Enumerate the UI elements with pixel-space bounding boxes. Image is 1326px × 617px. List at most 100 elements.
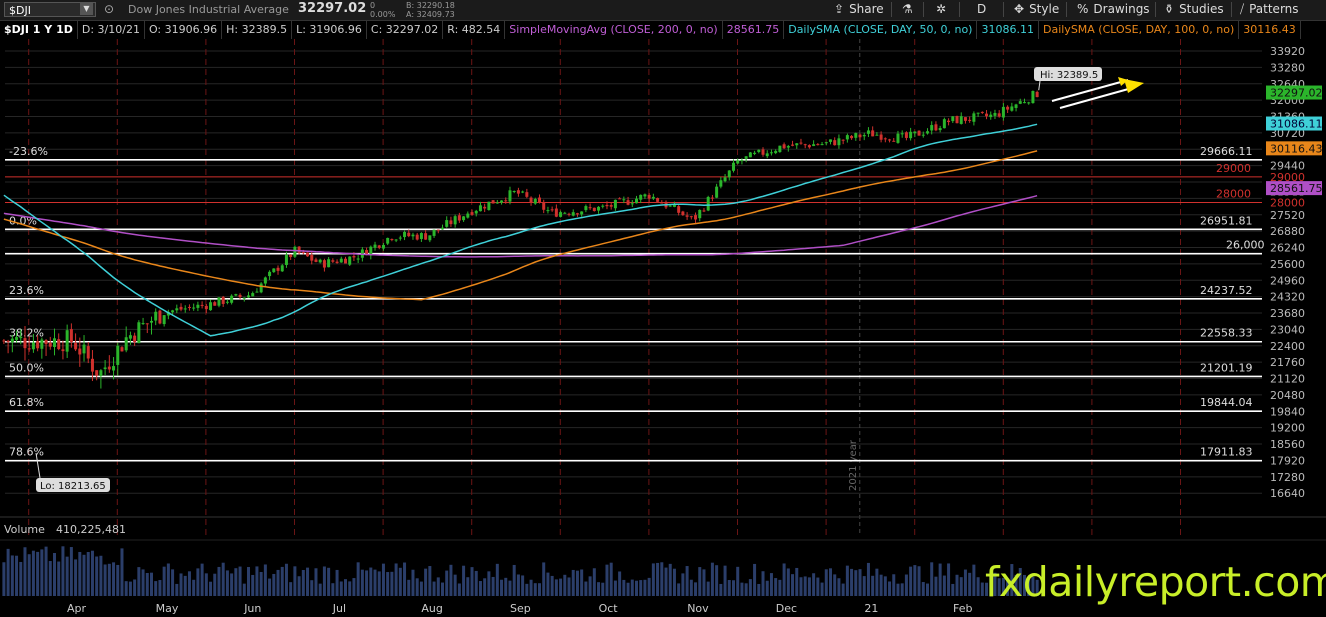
- volume-bar: [297, 576, 301, 596]
- candle-body: [179, 306, 183, 310]
- timeframe-button[interactable]: D: [973, 1, 990, 18]
- volume-bar: [845, 565, 849, 596]
- candle-body: [883, 138, 887, 140]
- sma200-value: 28561.75: [722, 21, 785, 39]
- volume-bar: [116, 564, 120, 596]
- volume-bar: [65, 556, 69, 596]
- volume-bar: [373, 569, 377, 596]
- candle-body: [322, 260, 326, 268]
- candle-body: [622, 199, 626, 201]
- divider: [1003, 2, 1004, 17]
- drawings-button[interactable]: % Drawings: [1073, 1, 1154, 18]
- chevron-down-icon[interactable]: ▼: [80, 3, 93, 15]
- candle-body: [841, 139, 845, 141]
- volume-bar: [955, 574, 959, 596]
- candle-body: [850, 135, 854, 139]
- candle-body: [310, 255, 314, 261]
- volume-bar: [217, 566, 221, 596]
- volume-bar: [158, 580, 162, 596]
- sma50-label[interactable]: DailySMA (CLOSE, DAY, 50, 0, no): [784, 21, 978, 39]
- volume-bar: [622, 579, 626, 596]
- style-button[interactable]: ✥ Style: [1010, 1, 1063, 18]
- volume-bar: [221, 562, 225, 596]
- price-pane: [0, 39, 1326, 536]
- volume-bar: [634, 580, 638, 596]
- price-chart[interactable]: 3392033280326403200031360307203008029440…: [0, 21, 1326, 617]
- candle-body: [487, 201, 491, 210]
- volume-bar: [78, 551, 82, 596]
- style-icon: ✥: [1014, 2, 1025, 16]
- candle-body: [858, 134, 862, 138]
- fib-percent-label: 78.6%: [9, 446, 44, 459]
- candle-body: [753, 152, 757, 154]
- bar-range: R: 482.54: [443, 21, 506, 39]
- volume-bar: [386, 572, 390, 596]
- candle-body: [626, 200, 630, 205]
- candle-body: [251, 293, 255, 297]
- volume-bar: [567, 577, 571, 596]
- volume-bar: [6, 548, 10, 596]
- candle-body: [993, 112, 997, 116]
- candle-body: [782, 144, 786, 149]
- candle-body: [61, 349, 65, 352]
- candle-body: [491, 200, 495, 204]
- share-button[interactable]: ⇪ Share: [830, 1, 888, 18]
- change-percent: 0.00%: [370, 10, 396, 19]
- candle-body: [2, 340, 6, 342]
- candle-body: [204, 305, 208, 310]
- sma200-label[interactable]: SimpleMovingAvg (CLOSE, 200, 0, no): [505, 21, 723, 39]
- volume-bar: [769, 573, 773, 596]
- patterns-button[interactable]: ⧸ Patterns: [1236, 1, 1303, 18]
- volume-bar: [862, 576, 866, 596]
- candle-body: [727, 170, 731, 178]
- volume-bar: [850, 568, 854, 596]
- candle-body: [698, 209, 702, 219]
- info-icon[interactable]: ⊙: [104, 2, 114, 16]
- volume-bar: [365, 570, 369, 596]
- share-icon: ⇪: [834, 2, 845, 16]
- candle-body: [512, 190, 516, 192]
- y-tick-label: 21120: [1270, 373, 1305, 386]
- volume-bar: [428, 566, 432, 596]
- candle-body: [373, 244, 377, 248]
- candle-body: [124, 337, 128, 351]
- volume-bar: [947, 563, 951, 596]
- volume-bar: [348, 581, 352, 596]
- fib-value-label: 24237.52: [1200, 284, 1253, 297]
- x-month-label: 21: [864, 602, 878, 615]
- volume-bar: [31, 550, 35, 596]
- y-tick-label: 33280: [1270, 61, 1305, 74]
- candle-body: [95, 370, 99, 376]
- volume-bar: [10, 555, 14, 596]
- volume-bar: [630, 579, 634, 596]
- candle-body: [483, 206, 487, 209]
- volume-bar: [238, 566, 242, 596]
- candle-body: [415, 234, 419, 240]
- candle-body: [276, 267, 280, 271]
- flask-button[interactable]: ⚗: [898, 1, 917, 18]
- volume-bar: [99, 555, 103, 596]
- volume-bar: [213, 573, 217, 596]
- candle-body: [82, 344, 86, 354]
- volume-bar: [149, 572, 153, 596]
- volume-bar: [719, 583, 723, 596]
- price-box-label: 32297.02: [1270, 87, 1323, 100]
- volume-bar: [900, 583, 904, 596]
- volume-bar: [289, 582, 293, 596]
- sma100-label[interactable]: DailySMA (CLOSE, DAY, 100, 0, no): [1038, 21, 1240, 39]
- volume-bar: [879, 574, 883, 596]
- fib-percent-label: 61.8%: [9, 396, 44, 409]
- sma100-value: 30116.43: [1239, 21, 1301, 39]
- volume-bar: [432, 581, 436, 596]
- candle-body: [580, 211, 584, 215]
- volume-bar: [196, 568, 200, 596]
- bar-open: O: 31906.96: [144, 21, 223, 39]
- volume-bar: [554, 579, 558, 596]
- fib-value-label: 29666.11: [1200, 145, 1253, 158]
- chart-title: $DJI 1 Y 1D: [0, 21, 78, 39]
- volume-bar: [778, 579, 782, 596]
- settings-button[interactable]: ✲: [932, 1, 950, 18]
- volume-bar: [753, 563, 757, 596]
- studies-button[interactable]: ⚱ Studies: [1160, 1, 1228, 18]
- fib-value-label: 17911.83: [1200, 446, 1253, 459]
